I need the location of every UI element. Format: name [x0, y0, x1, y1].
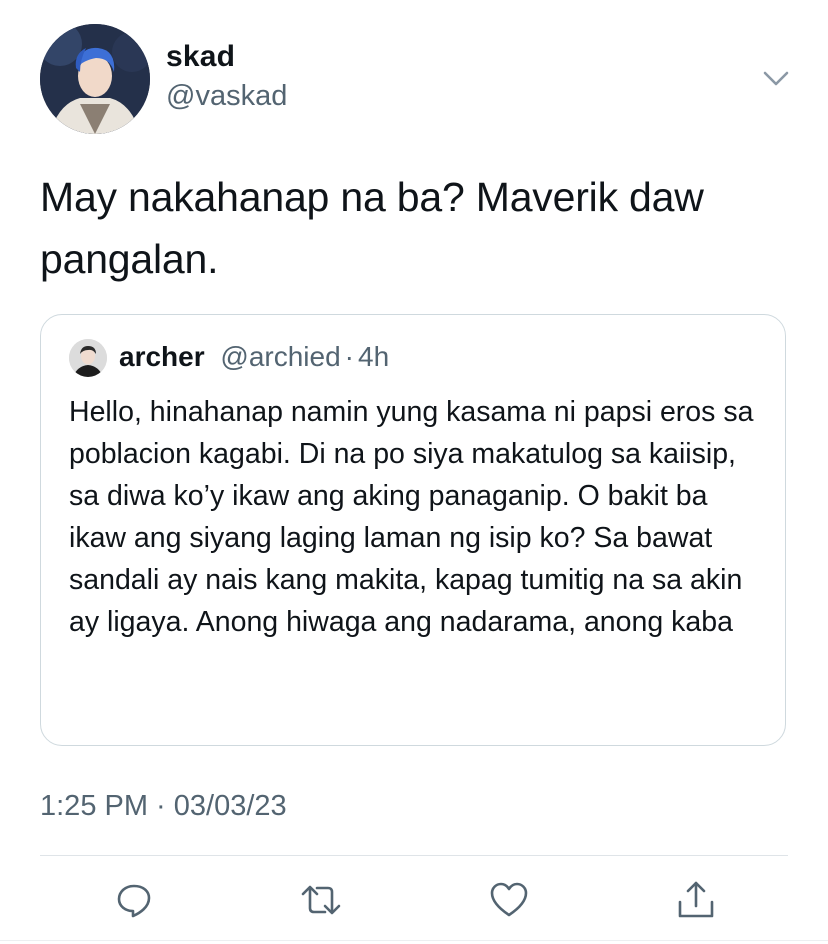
share-icon [678, 881, 714, 918]
share-button[interactable] [674, 878, 718, 922]
like-button[interactable] [487, 878, 531, 922]
quoted-author-handle[interactable]: @archied [220, 341, 340, 372]
tweet-timestamp[interactable]: 1:25 PM · 03/03/23 [40, 790, 287, 823]
quoted-tweet-text: Hello, hinahanap namin yung kasama ni pa… [69, 396, 754, 638]
tweet-text: May nakahanap na ba? Maverik daw pangala… [40, 174, 704, 282]
quoted-tweet-age[interactable]: 4h [358, 341, 389, 372]
author-handle[interactable]: @vaskad [166, 80, 287, 113]
quoted-tweet-card[interactable]: archer @archied · 4h Hello, hinahanap nami… [40, 314, 786, 746]
quoted-author-display-name[interactable]: archer [119, 341, 205, 372]
like-icon [490, 882, 528, 917]
retweet-button[interactable] [299, 878, 343, 922]
quoted-author-avatar[interactable] [69, 339, 107, 377]
quoted-tweet-separator: · [344, 341, 354, 372]
divider [40, 855, 788, 856]
author-avatar-image [40, 24, 150, 134]
reply-icon [117, 884, 151, 918]
chevron-down-icon[interactable] [760, 64, 792, 92]
reply-button[interactable] [112, 878, 156, 922]
author-display-name[interactable]: skad [166, 40, 235, 74]
divider [0, 940, 828, 941]
author-avatar[interactable] [40, 24, 150, 134]
quoted-tweet-header: archer @archied · 4h [119, 341, 389, 373]
quoted-author-avatar-image [69, 339, 107, 377]
retweet-icon [301, 885, 341, 915]
